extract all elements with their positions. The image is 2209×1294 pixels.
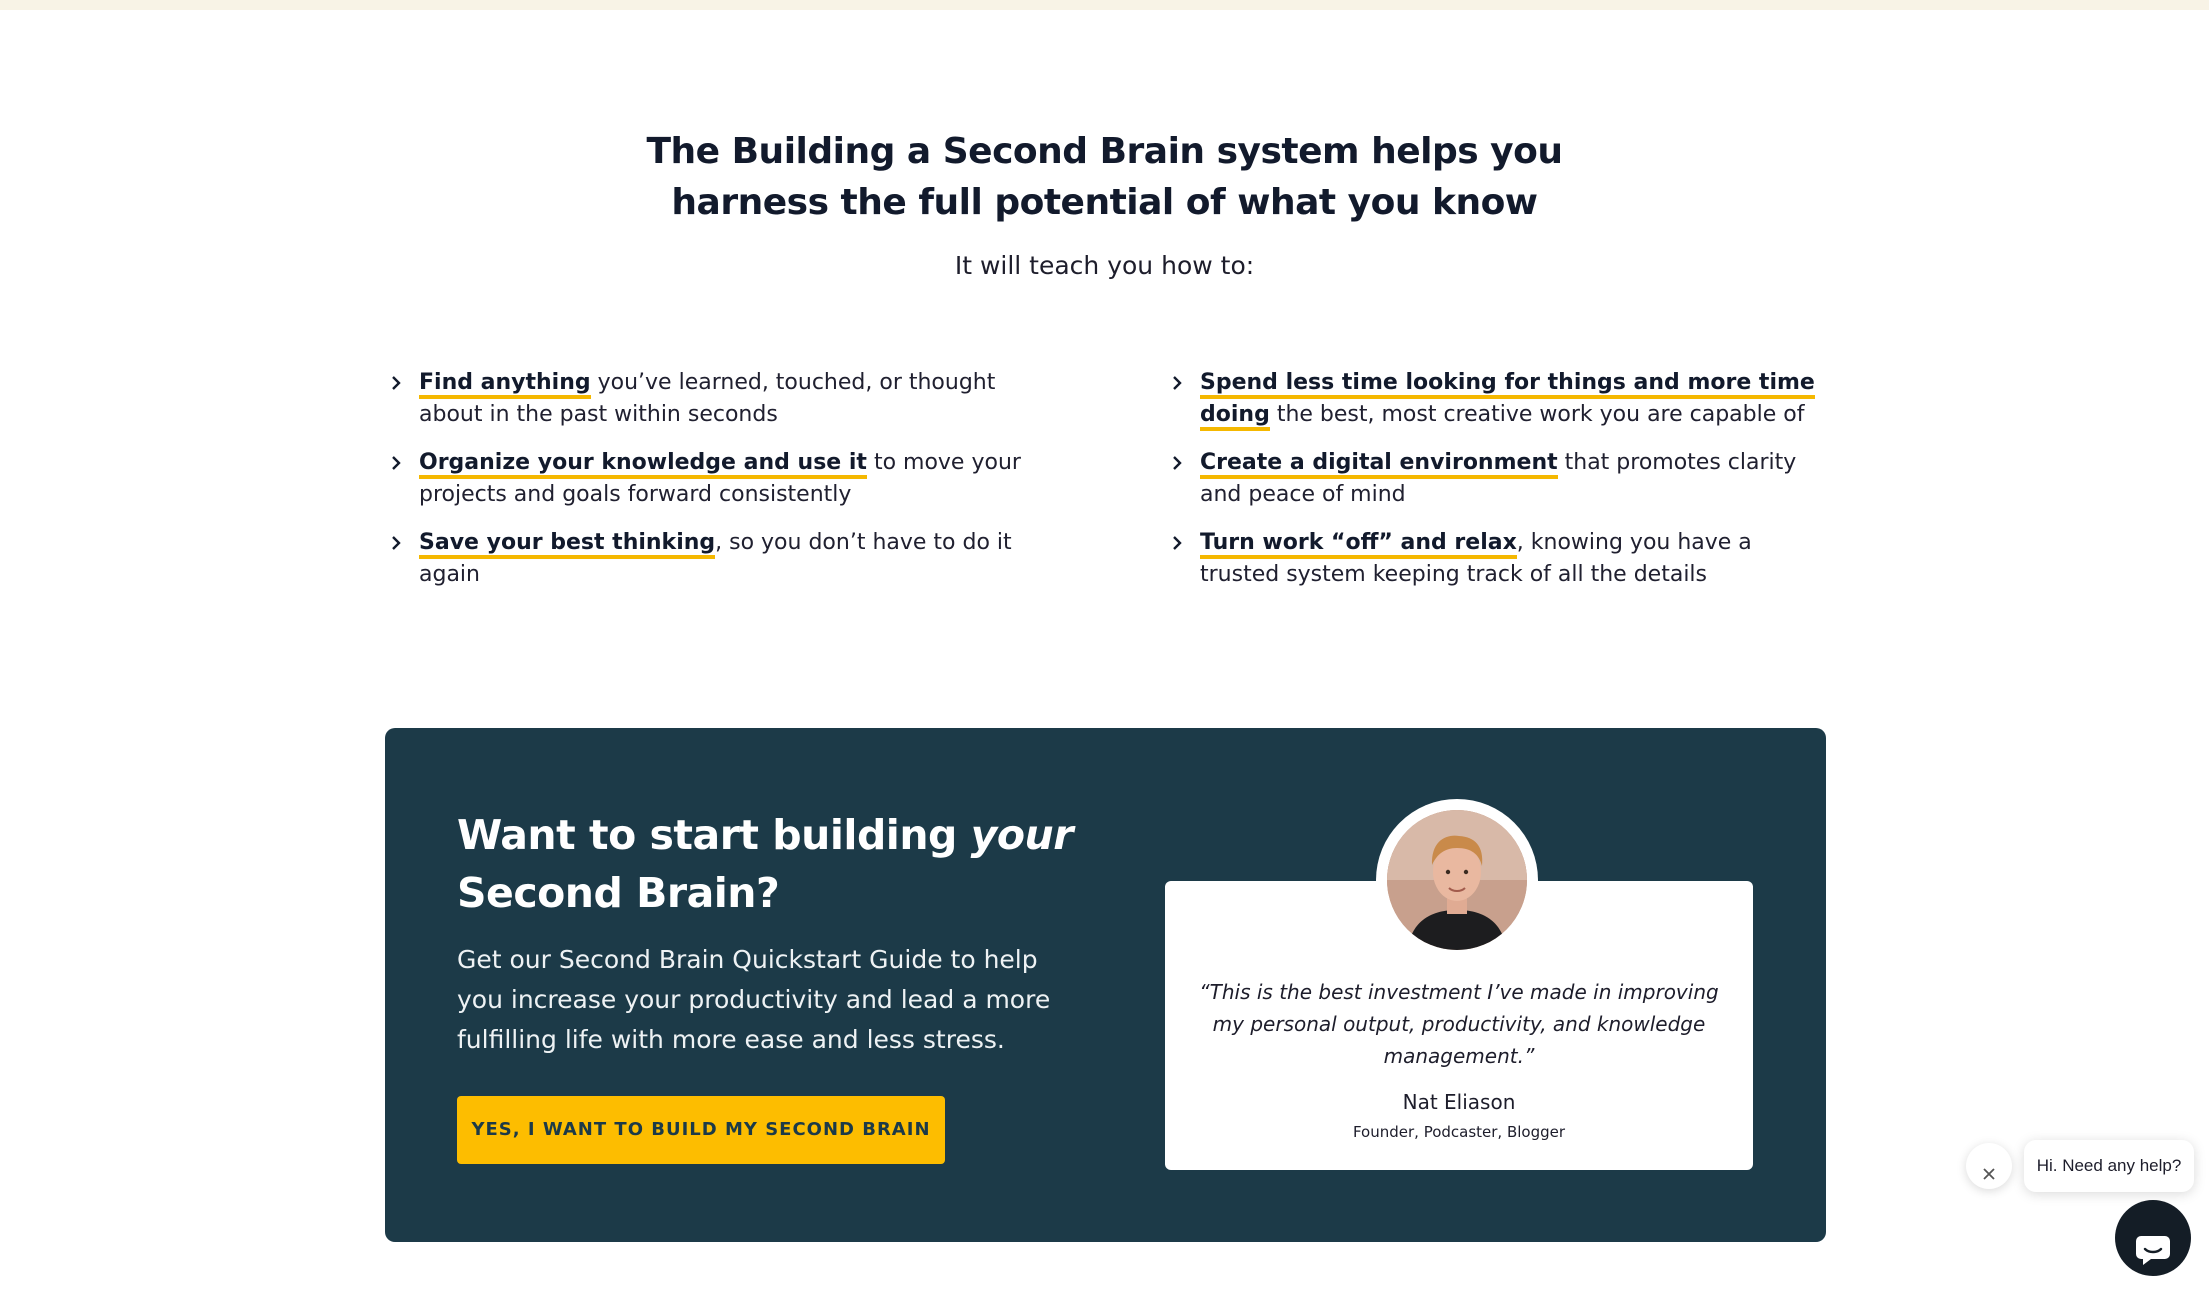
cta-title-emphasis: your [970,811,1074,859]
chevron-right-icon [390,447,406,479]
benefit-highlight: Turn work “off” and relax [1200,530,1517,559]
testimonial-author-name: Nat Eliason [1402,1090,1516,1114]
page-subhead: It will teach you how to: [954,251,1255,280]
chevron-right-icon [1171,367,1187,399]
benefit-item: Save your best thinking, so you don’t ha… [390,527,1050,591]
benefit-item: Turn work “off” and relax, knowing you h… [1171,527,1831,591]
benefit-item: Create a digital environment that promot… [1171,447,1831,511]
headline-line-2: harness the full potential of what you k… [671,182,1538,223]
benefit-item: Find anything you’ve learned, touched, o… [390,367,1050,431]
benefits-list-left: Find anything you’ve learned, touched, o… [390,367,1050,607]
avatar [1387,810,1527,950]
chat-prompt-bubble[interactable]: Hi. Need any help? [2024,1140,2194,1192]
avatar-frame [1376,799,1538,961]
headline-line-1: The Building a Second Brain system helps… [646,131,1563,172]
benefit-highlight: Organize your knowledge and use it [419,450,867,479]
benefit-highlight: Create a digital environment [1200,450,1558,479]
chat-bubble-icon [2136,1235,2170,1265]
cta-description: Get our Second Brain Quickstart Guide to… [457,945,1051,1054]
testimonial-quote: “This is the best investment I’ve made i… [1199,980,1719,1068]
cta-card: Want to start building your Second Brain?… [385,728,1826,1242]
benefit-highlight: Save your best thinking [419,530,716,559]
chat-dismiss-button[interactable] [1966,1143,2012,1189]
cta-title: Want to start building your Second Brain? [457,806,1097,922]
cta-title-part1: Want to start building [457,811,971,859]
page-headline: The Building a Second Brain system helps… [0,126,2209,228]
chevron-right-icon [1171,447,1187,479]
close-icon [1983,1167,1995,1180]
benefits-list-right: Spend less time looking for things and m… [1171,367,1831,607]
benefit-item: Organize your knowledge and use it to mo… [390,447,1050,511]
benefit-item: Spend less time looking for things and m… [1171,367,1831,431]
testimonial-author-role: Founder, Podcaster, Blogger [1352,1123,1566,1141]
build-second-brain-button[interactable]: YES, I WANT TO BUILD MY SECOND BRAIN [457,1096,945,1164]
chevron-right-icon [390,527,406,559]
chevron-right-icon [1171,527,1187,559]
chat-launcher-button[interactable] [2115,1200,2191,1276]
cta-title-part2: Second Brain? [457,869,780,917]
benefit-text: the best, most creative work you are cap… [1269,402,1805,427]
avatar-photo [1387,810,1527,950]
chevron-right-icon [390,367,406,399]
benefit-highlight: Find anything [419,370,591,399]
top-banner-strip [0,0,2209,10]
